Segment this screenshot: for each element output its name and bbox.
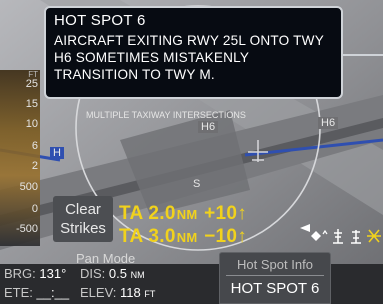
- bearing-readout: BRG: 131°: [4, 266, 66, 281]
- clear-strikes-label: Strikes: [60, 220, 106, 237]
- distance-unit: NM: [130, 270, 145, 280]
- clear-strikes-label: Clear: [65, 201, 101, 218]
- hot-spot-info-value: HOT SPOT 6: [230, 280, 320, 297]
- distance-value: 0.5: [108, 266, 127, 281]
- traffic-label: TA: [119, 226, 143, 247]
- obstacle-icon: [351, 230, 361, 244]
- traffic-distance: 2.0: [148, 203, 176, 224]
- taxiway-label: H6: [198, 121, 219, 133]
- traffic-trend-icon: ↑: [237, 203, 248, 224]
- taxiway-label: S: [193, 178, 201, 190]
- hot-spot-info-button[interactable]: Hot Spot Info HOT SPOT 6: [219, 252, 331, 304]
- altitude-label: 10: [25, 118, 38, 130]
- hot-spot-callout[interactable]: HOT SPOT 6 AIRCRAFT EXITING RWY 25L ONTO…: [44, 6, 343, 99]
- traffic-label: TA: [119, 203, 143, 224]
- ete-label: ETE:: [4, 285, 33, 300]
- traffic-up-icon: [322, 229, 328, 235]
- divider: [226, 275, 324, 276]
- callout-title: HOT SPOT 6: [54, 12, 146, 29]
- traffic-relative-alt: +10: [204, 203, 238, 224]
- altitude-label: 6: [31, 140, 38, 152]
- traffic-unit: NM: [176, 207, 198, 222]
- distance-label: DIS:: [80, 266, 106, 281]
- altitude-label: 2: [31, 160, 38, 172]
- bearing-label: BRG:: [4, 266, 36, 281]
- map-display[interactable]: FT 25 15 10 6 2 500 0 -500 MULTIPLE TAXI…: [0, 0, 383, 304]
- traffic-advisory-1: TA 2.0NM +10↑: [119, 203, 247, 225]
- traffic-advisory-2: TA 3.0NM −10↑: [119, 226, 247, 248]
- altitude-label: 25: [25, 78, 38, 90]
- altitude-label: -500: [15, 223, 38, 235]
- ete-value: __:__: [36, 285, 70, 300]
- altitude-label: 500: [19, 181, 38, 193]
- altitude-label: 0: [31, 203, 38, 215]
- ete-readout: ETE: __:__: [4, 285, 69, 300]
- altitude-tape: FT 25 15 10 6 2 500 0 -500: [0, 70, 42, 246]
- traffic-symbol-icon: [311, 231, 321, 241]
- lightning-strike-icon: [367, 229, 381, 243]
- traffic-distance: 3.0: [148, 226, 176, 247]
- callout-leader-line: [343, 54, 383, 56]
- traffic-relative-alt: −10: [204, 226, 238, 247]
- bearing-value: 131°: [39, 266, 67, 281]
- hot-spot-info-title: Hot Spot Info: [237, 257, 313, 272]
- elevation-unit: FT: [144, 289, 156, 299]
- callout-body: AIRCRAFT EXITING RWY 25L ONTO TWY H6 SOM…: [54, 33, 324, 82]
- traffic-trend-icon: ↑: [237, 226, 248, 247]
- area-label: MULTIPLE TAXIWAY INTERSECTIONS: [86, 110, 246, 120]
- altitude-label: 15: [25, 98, 38, 110]
- elevation-value: 118: [120, 285, 141, 300]
- clear-strikes-button[interactable]: Clear Strikes: [53, 196, 113, 242]
- distance-readout: DIS: 0.5 NM: [80, 266, 145, 281]
- taxiway-label: H6: [318, 117, 339, 129]
- map-symbol-row: [305, 226, 381, 246]
- elevation-label: ELEV:: [80, 285, 117, 300]
- taxiway-label: H: [50, 147, 64, 159]
- elevation-readout: ELEV: 118 FT: [80, 285, 155, 300]
- tower-icon: [333, 229, 343, 244]
- traffic-unit: NM: [176, 230, 198, 245]
